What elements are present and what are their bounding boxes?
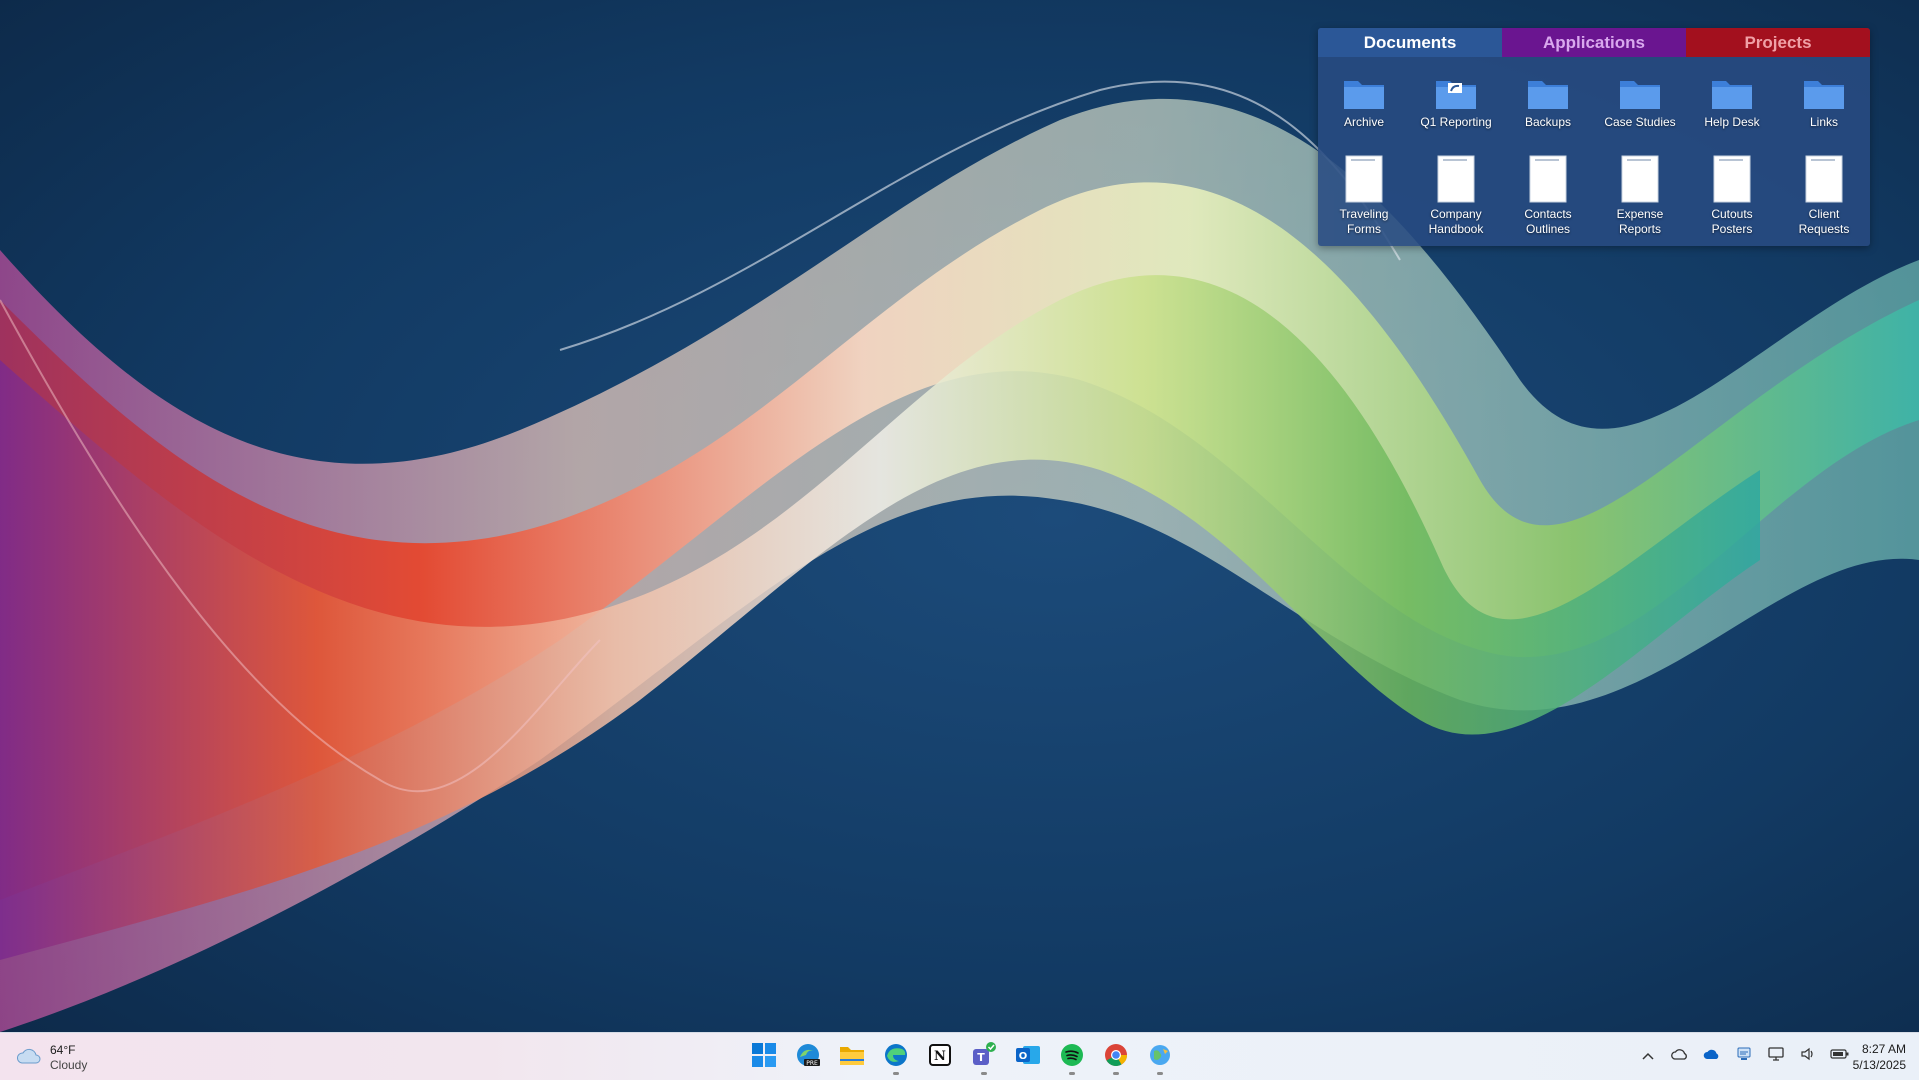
- running-indicator: [1157, 1072, 1163, 1075]
- desktop-item-traveling-forms[interactable]: Traveling Forms: [1318, 151, 1410, 243]
- item-label: Traveling Forms: [1339, 207, 1389, 236]
- svg-text:PRE: PRE: [806, 1060, 818, 1067]
- document-icon: [1621, 155, 1659, 203]
- clock-date: 5/13/2025: [1852, 1058, 1906, 1072]
- running-indicator: [981, 1072, 987, 1075]
- weather-condition: Cloudy: [50, 1058, 88, 1072]
- cloud-icon: [16, 1047, 42, 1070]
- item-label: Archive: [1343, 115, 1384, 129]
- notion-icon: N: [929, 1043, 951, 1071]
- svg-text:T: T: [977, 1051, 985, 1064]
- taskbar-chrome[interactable]: [1094, 1039, 1138, 1075]
- document-icon: [1713, 155, 1751, 203]
- item-label: Q1 Reporting: [1420, 115, 1492, 129]
- fence-items-grid: Archive Q1 Reporting Backups Case Studie…: [1318, 57, 1870, 243]
- item-label: Links: [1809, 115, 1838, 129]
- edge-preview-icon: PRE: [795, 1042, 821, 1073]
- folder-icon: [1342, 65, 1386, 111]
- show-hidden-icons-button[interactable]: [1632, 1043, 1664, 1069]
- taskbar-maps[interactable]: [1138, 1039, 1182, 1075]
- system-tray: [1632, 1043, 1856, 1069]
- svg-text:O: O: [1019, 1051, 1028, 1062]
- item-label: Case Studies: [1604, 115, 1676, 129]
- taskbar-apps: PRE N T O: [742, 1039, 1182, 1075]
- globe-icon: [1148, 1043, 1172, 1072]
- network-share-icon: [1736, 1046, 1752, 1067]
- speaker-icon: [1800, 1046, 1816, 1067]
- desktop-item-backups[interactable]: Backups: [1502, 59, 1594, 151]
- chrome-icon: [1104, 1043, 1128, 1072]
- desktop-item-archive[interactable]: Archive: [1318, 59, 1410, 151]
- spotify-icon: [1060, 1043, 1084, 1072]
- edge-icon: [883, 1042, 909, 1073]
- taskbar-spotify[interactable]: [1050, 1039, 1094, 1075]
- desktop-fence-panel: Documents Applications Projects Archive …: [1318, 28, 1870, 246]
- tray-display[interactable]: [1760, 1043, 1792, 1069]
- tab-projects[interactable]: Projects: [1686, 28, 1870, 57]
- running-indicator: [1069, 1072, 1075, 1075]
- fence-tab-bar: Documents Applications Projects: [1318, 28, 1870, 57]
- item-label: Help Desk: [1704, 115, 1760, 129]
- folder-icon: [1618, 65, 1662, 111]
- desktop-item-contacts-outlines[interactable]: Contacts Outlines: [1502, 151, 1594, 243]
- display-icon: [1768, 1046, 1784, 1067]
- folder-icon: [1710, 65, 1754, 111]
- taskbar-clock[interactable]: 8:27 AM 5/13/2025: [1830, 1041, 1906, 1073]
- clock-time: 8:27 AM: [1861, 1042, 1906, 1056]
- desktop-item-expense-reports[interactable]: Expense Reports: [1594, 151, 1686, 243]
- item-label: Client Requests: [1798, 207, 1850, 236]
- taskbar-edge[interactable]: [874, 1039, 918, 1075]
- folder-icon: [839, 1044, 865, 1071]
- tab-applications[interactable]: Applications: [1502, 28, 1686, 57]
- taskbar-edge-preview[interactable]: PRE: [786, 1039, 830, 1075]
- teams-icon: T: [970, 1041, 998, 1074]
- item-label: Contacts Outlines: [1524, 207, 1572, 236]
- desktop-item-help-desk[interactable]: Help Desk: [1686, 59, 1778, 151]
- running-indicator: [893, 1072, 899, 1075]
- document-icon: [1805, 155, 1843, 203]
- desktop-item-company-handbook[interactable]: Company Handbook: [1410, 151, 1502, 243]
- running-indicator: [1113, 1072, 1119, 1075]
- chevron-up-icon: [1642, 1047, 1654, 1065]
- svg-text:N: N: [934, 1049, 946, 1064]
- document-icon: [1345, 155, 1383, 203]
- desktop-item-q1-reporting[interactable]: Q1 Reporting: [1410, 59, 1502, 151]
- tray-cloud-sync[interactable]: [1664, 1043, 1696, 1069]
- tray-network-share[interactable]: [1728, 1043, 1760, 1069]
- tray-onedrive[interactable]: [1696, 1043, 1728, 1069]
- taskbar: 64°F Cloudy PRE N T O 8:27 AM 5/13/2025: [0, 1032, 1919, 1080]
- weather-temperature: 64°F: [50, 1043, 76, 1057]
- tray-volume[interactable]: [1792, 1043, 1824, 1069]
- taskbar-notion[interactable]: N: [918, 1039, 962, 1075]
- outlook-icon: O: [1015, 1043, 1041, 1072]
- tab-documents[interactable]: Documents: [1318, 28, 1502, 57]
- item-label: Expense Reports: [1616, 207, 1664, 236]
- start-button[interactable]: [742, 1039, 786, 1075]
- item-label: Company Handbook: [1428, 207, 1484, 236]
- desktop-item-links[interactable]: Links: [1778, 59, 1870, 151]
- item-label: Cutouts Posters: [1711, 207, 1753, 236]
- windows-start-icon: [752, 1042, 776, 1072]
- desktop-item-cutouts-posters[interactable]: Cutouts Posters: [1686, 151, 1778, 243]
- onedrive-icon: [1703, 1047, 1721, 1065]
- folder-icon: [1802, 65, 1846, 111]
- document-icon: [1437, 155, 1475, 203]
- taskbar-teams[interactable]: T: [962, 1039, 1006, 1075]
- weather-widget[interactable]: 64°F Cloudy: [16, 1043, 87, 1073]
- item-label: Backups: [1524, 115, 1572, 129]
- folder-shortcut-icon: [1434, 65, 1478, 111]
- folder-icon: [1526, 65, 1570, 111]
- desktop-item-client-requests[interactable]: Client Requests: [1778, 151, 1870, 243]
- taskbar-outlook[interactable]: O: [1006, 1039, 1050, 1075]
- taskbar-file-explorer[interactable]: [830, 1039, 874, 1075]
- cloud-outline-icon: [1671, 1047, 1689, 1065]
- document-icon: [1529, 155, 1567, 203]
- desktop-item-case-studies[interactable]: Case Studies: [1594, 59, 1686, 151]
